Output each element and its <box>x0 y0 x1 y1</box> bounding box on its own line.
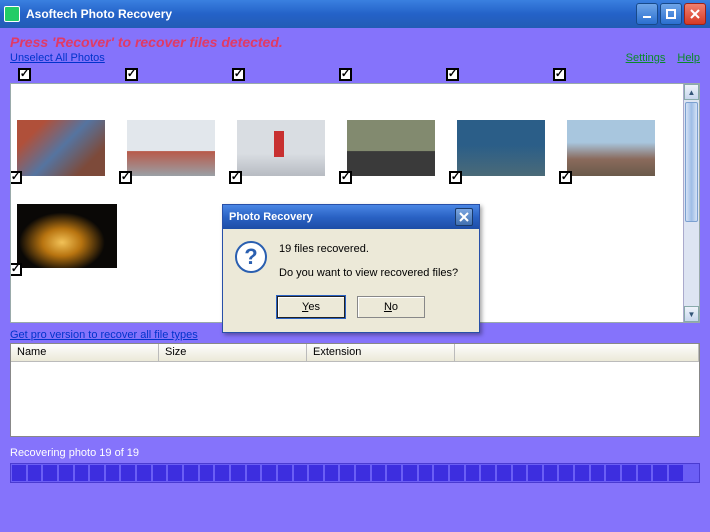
dialog-message: 19 files recovered. Do you want to view … <box>279 241 458 282</box>
column-checkboxes <box>12 68 700 81</box>
scroll-up-icon[interactable]: ▲ <box>684 84 699 100</box>
thumbnail-checkbox[interactable] <box>10 171 22 184</box>
scroll-thumb[interactable] <box>685 102 698 222</box>
column-header-name[interactable]: Name <box>11 344 159 361</box>
gallery-scrollbar[interactable]: ▲ ▼ <box>683 84 699 322</box>
app-icon <box>4 6 20 22</box>
photo-thumbnail[interactable] <box>237 120 325 176</box>
thumbnail-checkbox[interactable] <box>10 263 22 276</box>
thumbnail-checkbox[interactable] <box>559 171 572 184</box>
minimize-button[interactable] <box>636 3 658 25</box>
maximize-button[interactable] <box>660 3 682 25</box>
thumbnail-checkbox[interactable] <box>449 171 462 184</box>
photo-thumbnail[interactable] <box>17 204 117 268</box>
column-header-extension[interactable]: Extension <box>307 344 455 361</box>
main-window: Asoftech Photo Recovery Press 'Recover' … <box>0 0 710 532</box>
status-text: Recovering photo 19 of 19 <box>10 447 700 459</box>
recovery-dialog: Photo Recovery ? 19 files recovered. Do … <box>222 204 480 333</box>
column-checkbox[interactable] <box>125 68 138 81</box>
column-header-empty <box>455 344 699 361</box>
help-link[interactable]: Help <box>677 52 700 64</box>
yes-button[interactable]: Yes <box>277 296 345 318</box>
column-checkbox[interactable] <box>18 68 31 81</box>
settings-link[interactable]: Settings <box>626 52 666 64</box>
file-table: Name Size Extension <box>10 343 700 437</box>
progress-bar <box>10 463 700 483</box>
photo-thumbnail[interactable] <box>457 120 545 176</box>
close-button[interactable] <box>684 3 706 25</box>
column-checkbox[interactable] <box>339 68 352 81</box>
window-title: Asoftech Photo Recovery <box>26 7 172 21</box>
no-button[interactable]: No <box>357 296 425 318</box>
unselect-all-link[interactable]: Unselect All Photos <box>10 52 105 64</box>
column-checkbox[interactable] <box>232 68 245 81</box>
table-header: Name Size Extension <box>11 344 699 362</box>
dialog-title: Photo Recovery <box>229 211 313 223</box>
column-header-size[interactable]: Size <box>159 344 307 361</box>
photo-thumbnail[interactable] <box>127 120 215 176</box>
dialog-titlebar: Photo Recovery <box>223 205 479 229</box>
scroll-down-icon[interactable]: ▼ <box>684 306 699 322</box>
photo-thumbnail[interactable] <box>567 120 655 176</box>
instruction-text: Press 'Recover' to recover files detecte… <box>10 34 700 50</box>
thumbnail-checkbox[interactable] <box>119 171 132 184</box>
dialog-line1: 19 files recovered. <box>279 241 458 259</box>
photo-thumbnail[interactable] <box>17 120 105 176</box>
dialog-line2: Do you want to view recovered files? <box>279 265 458 283</box>
thumbnail-checkbox[interactable] <box>339 171 352 184</box>
question-icon: ? <box>235 241 267 273</box>
column-checkbox[interactable] <box>553 68 566 81</box>
dialog-close-button[interactable] <box>455 208 473 226</box>
titlebar: Asoftech Photo Recovery <box>0 0 710 28</box>
photo-thumbnail[interactable] <box>347 120 435 176</box>
pro-version-link[interactable]: Get pro version to recover all file type… <box>10 329 198 341</box>
column-checkbox[interactable] <box>446 68 459 81</box>
thumbnail-checkbox[interactable] <box>229 171 242 184</box>
